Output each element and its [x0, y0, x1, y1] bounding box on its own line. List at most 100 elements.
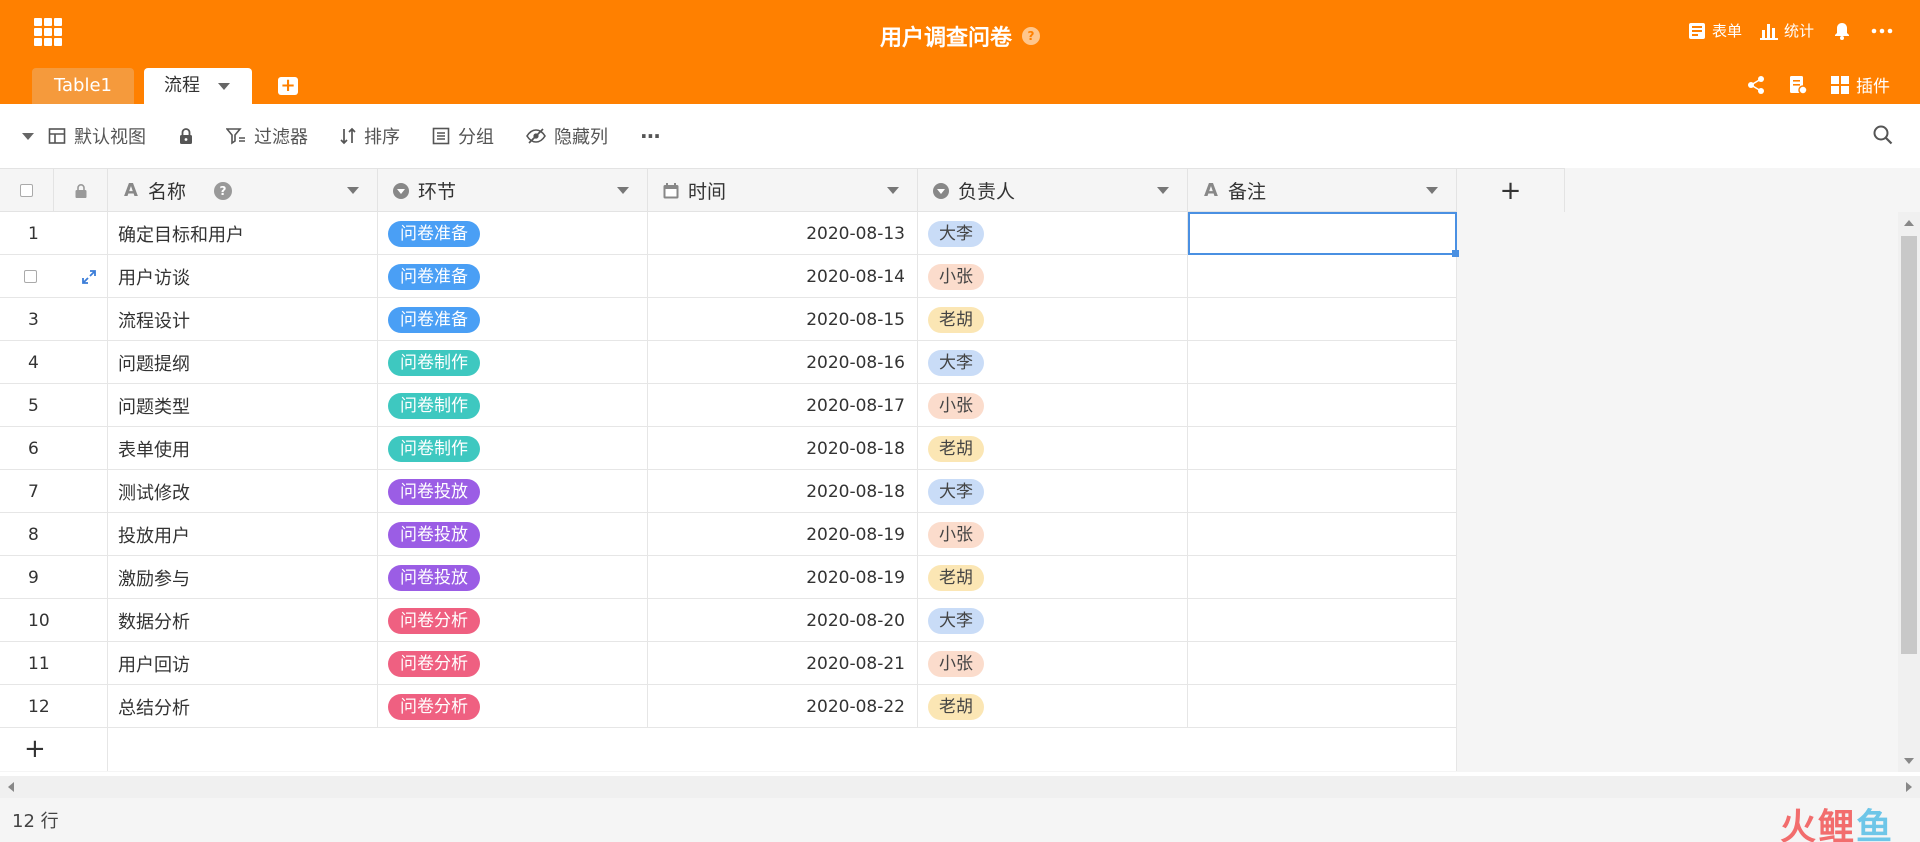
row-number-cell[interactable]: 11: [0, 642, 108, 685]
column-header-stage[interactable]: 环节: [378, 169, 648, 212]
table-row[interactable]: 11 用户回访 问卷分析 2020-08-21 小张: [0, 642, 1457, 685]
stage-cell[interactable]: 问卷准备: [378, 212, 648, 255]
note-cell[interactable]: [1188, 685, 1457, 728]
date-cell[interactable]: 2020-08-17: [648, 384, 918, 427]
note-cell[interactable]: [1188, 470, 1457, 513]
scroll-left-arrow-icon[interactable]: [8, 782, 14, 792]
column-menu-caret-icon[interactable]: [347, 187, 359, 194]
table-row[interactable]: 9 激励参与 问卷投放 2020-08-19 老胡: [0, 556, 1457, 599]
plugins-button[interactable]: 插件: [1830, 72, 1890, 97]
note-cell[interactable]: [1188, 556, 1457, 599]
scroll-down-arrow-icon[interactable]: [1904, 758, 1914, 764]
note-cell[interactable]: [1188, 427, 1457, 470]
note-cell[interactable]: [1188, 298, 1457, 341]
owner-cell[interactable]: 大李: [918, 341, 1188, 384]
date-cell[interactable]: 2020-08-19: [648, 556, 918, 599]
column-menu-caret-icon[interactable]: [1426, 187, 1438, 194]
name-cell[interactable]: 用户回访: [108, 642, 378, 685]
name-cell[interactable]: 流程设计: [108, 298, 378, 341]
name-cell[interactable]: 测试修改: [108, 470, 378, 513]
column-menu-caret-icon[interactable]: [1157, 187, 1169, 194]
lock-icon[interactable]: [74, 183, 88, 199]
document-settings-icon[interactable]: [1788, 75, 1808, 95]
note-cell[interactable]: [1188, 513, 1457, 556]
vertical-scrollbar[interactable]: [1898, 212, 1920, 772]
owner-cell[interactable]: 老胡: [918, 685, 1188, 728]
table-row[interactable]: 10 数据分析 问卷分析 2020-08-20 大李: [0, 599, 1457, 642]
table-row[interactable]: 1 确定目标和用户 问卷准备 2020-08-13 大李: [0, 212, 1459, 257]
owner-cell[interactable]: 老胡: [918, 556, 1188, 599]
search-icon[interactable]: [1872, 124, 1894, 146]
note-cell[interactable]: [1188, 384, 1457, 427]
name-cell[interactable]: 投放用户: [108, 513, 378, 556]
owner-cell[interactable]: 大李: [918, 212, 1188, 255]
note-cell[interactable]: [1188, 642, 1457, 685]
stage-cell[interactable]: 问卷制作: [378, 427, 648, 470]
stats-button[interactable]: 统计: [1759, 20, 1814, 41]
name-cell[interactable]: 激励参与: [108, 556, 378, 599]
column-header-owner[interactable]: 负责人: [918, 169, 1188, 212]
owner-cell[interactable]: 大李: [918, 470, 1188, 513]
hidden-columns-button[interactable]: 隐藏列: [526, 123, 608, 149]
row-number-cell[interactable]: 9: [0, 556, 108, 599]
name-cell[interactable]: 确定目标和用户: [108, 212, 378, 255]
table-row[interactable]: 12 总结分析 问卷分析 2020-08-22 老胡: [0, 685, 1457, 728]
more-icon[interactable]: [1870, 21, 1894, 41]
owner-cell[interactable]: 小张: [918, 384, 1188, 427]
date-cell[interactable]: 2020-08-18: [648, 470, 918, 513]
chevron-down-icon[interactable]: [218, 82, 230, 90]
name-cell[interactable]: 总结分析: [108, 685, 378, 728]
lock-view-button[interactable]: [178, 127, 194, 145]
row-number-cell[interactable]: [0, 255, 108, 298]
owner-cell[interactable]: 小张: [918, 642, 1188, 685]
note-cell[interactable]: [1188, 255, 1457, 298]
row-number-cell[interactable]: 4: [0, 341, 108, 384]
column-header-note[interactable]: A 备注: [1188, 169, 1457, 212]
name-cell[interactable]: 数据分析: [108, 599, 378, 642]
row-number-cell[interactable]: 5: [0, 384, 108, 427]
row-number-cell[interactable]: 3: [0, 298, 108, 341]
column-menu-caret-icon[interactable]: [617, 187, 629, 194]
view-selector[interactable]: 默认视图: [22, 123, 146, 149]
owner-cell[interactable]: 小张: [918, 255, 1188, 298]
column-header-time[interactable]: 时间: [648, 169, 918, 212]
tab-table1[interactable]: Table1: [32, 68, 134, 104]
group-button[interactable]: 分组: [432, 123, 494, 149]
date-cell[interactable]: 2020-08-19: [648, 513, 918, 556]
owner-cell[interactable]: 小张: [918, 513, 1188, 556]
date-cell[interactable]: 2020-08-20: [648, 599, 918, 642]
share-icon[interactable]: [1746, 75, 1766, 95]
sort-button[interactable]: 排序: [340, 123, 400, 149]
row-number-cell[interactable]: 12: [0, 685, 108, 728]
stage-cell[interactable]: 问卷分析: [378, 685, 648, 728]
tab-process[interactable]: 流程: [144, 68, 252, 104]
owner-cell[interactable]: 老胡: [918, 298, 1188, 341]
expand-row-icon[interactable]: [81, 269, 97, 285]
document-title[interactable]: 用户调查问卷: [880, 20, 1012, 52]
note-cell[interactable]: [1188, 341, 1457, 384]
date-cell[interactable]: 2020-08-15: [648, 298, 918, 341]
name-cell[interactable]: 用户访谈: [108, 255, 378, 298]
add-table-button[interactable]: +: [278, 77, 298, 95]
select-all-checkbox[interactable]: [20, 184, 33, 197]
date-cell[interactable]: 2020-08-21: [648, 642, 918, 685]
info-icon[interactable]: ?: [1022, 27, 1040, 45]
stage-cell[interactable]: 问卷准备: [378, 255, 648, 298]
stage-cell[interactable]: 问卷投放: [378, 513, 648, 556]
stage-cell[interactable]: 问卷准备: [378, 298, 648, 341]
name-cell[interactable]: 问题类型: [108, 384, 378, 427]
stage-cell[interactable]: 问卷分析: [378, 599, 648, 642]
name-cell[interactable]: 问题提纲: [108, 341, 378, 384]
date-cell[interactable]: 2020-08-14: [648, 255, 918, 298]
row-number-cell[interactable]: 1: [0, 212, 108, 255]
date-cell[interactable]: 2020-08-18: [648, 427, 918, 470]
table-row[interactable]: 8 投放用户 问卷投放 2020-08-19 小张: [0, 513, 1457, 556]
column-header-name[interactable]: A 名称 ?: [108, 169, 378, 212]
row-number-cell[interactable]: 6: [0, 427, 108, 470]
date-cell[interactable]: 2020-08-16: [648, 341, 918, 384]
stage-cell[interactable]: 问卷制作: [378, 384, 648, 427]
column-menu-caret-icon[interactable]: [887, 187, 899, 194]
more-options-button[interactable]: ···: [640, 124, 661, 148]
vertical-scroll-thumb[interactable]: [1901, 236, 1917, 654]
table-row[interactable]: 7 测试修改 问卷投放 2020-08-18 大李: [0, 470, 1457, 513]
